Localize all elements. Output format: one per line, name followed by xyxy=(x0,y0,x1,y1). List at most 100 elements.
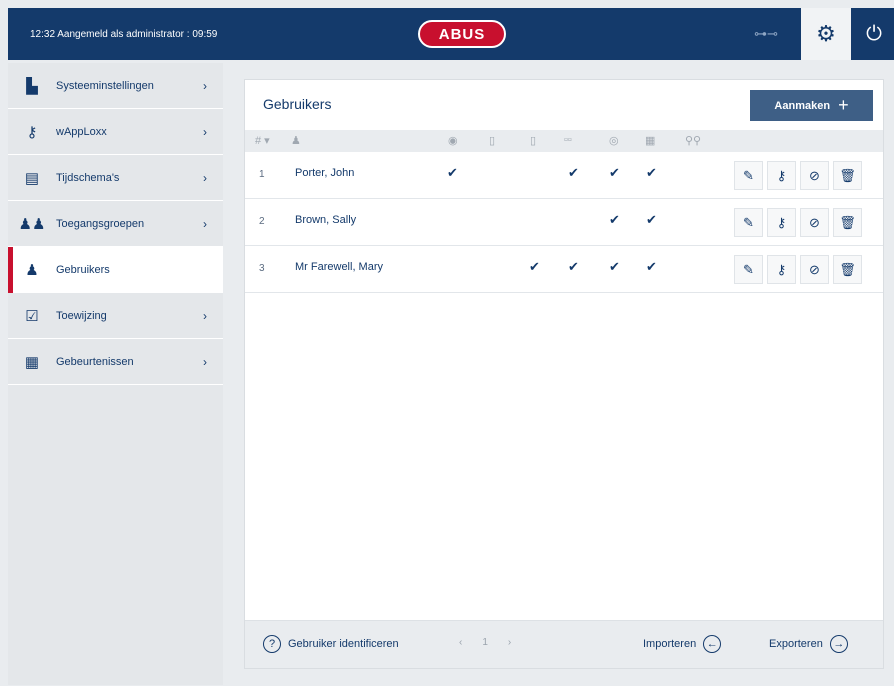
chevron-right-icon: › xyxy=(203,354,207,369)
pencil-icon: ✎ xyxy=(743,261,754,277)
calendar-clock-icon: ▤ xyxy=(24,169,40,187)
add-button-label: Aanmaken xyxy=(774,99,831,112)
group-icon: ♟♟ xyxy=(18,215,46,233)
check-icon: ✔ xyxy=(646,165,657,180)
sidebar-item-wapploxx[interactable]: ⚷ wAppLoxx › xyxy=(8,109,223,155)
event-log-icon: ▦ xyxy=(24,353,40,371)
check-icon: ✔ xyxy=(646,212,657,227)
checkbox-icon: ☑ xyxy=(25,307,39,325)
card-column-icon: ▯ xyxy=(489,135,496,147)
help-icon: ? xyxy=(263,635,281,653)
block-button[interactable]: ⊘ xyxy=(800,161,829,190)
edit-button[interactable]: ✎ xyxy=(734,208,763,237)
row-number: 3 xyxy=(259,263,265,274)
block-icon: ⊘ xyxy=(809,167,820,183)
export-button[interactable]: Exporteren → xyxy=(769,635,848,653)
chevron-right-icon: › xyxy=(203,124,207,139)
user-column-icon: ♟ xyxy=(291,135,301,147)
check-icon: ✔ xyxy=(568,165,579,180)
sidebar-item-label: wAppLoxx xyxy=(56,125,107,138)
sidebar-item-label: Toegangsgroepen xyxy=(56,217,145,230)
delete-button[interactable]: 🗑 xyxy=(833,255,862,284)
sidebar-item-tijdschemas[interactable]: ▤ Tijdschema's › xyxy=(8,155,223,201)
user-key-icon: ⚷ xyxy=(776,214,787,230)
panel-footer: ? Gebruiker identificeren ‹ 1 › Importer… xyxy=(245,620,883,668)
key-button[interactable]: ⊶⊸ xyxy=(744,16,788,52)
chevron-right-icon: › xyxy=(203,78,207,93)
key-column-icon: ⚲⚲ xyxy=(685,135,702,147)
sidebar-item-label: Gebruikers xyxy=(56,263,110,276)
table-header: # ▾ ♟ ◉ ▯ ▯ ▫▫ ◎ ▦ ⚲⚲ xyxy=(245,130,883,152)
block-button[interactable]: ⊘ xyxy=(800,208,829,237)
edit-button[interactable]: ✎ xyxy=(734,255,763,284)
delete-button[interactable]: 🗑 xyxy=(833,208,862,237)
identify-user-button[interactable]: ? Gebruiker identificeren xyxy=(263,635,399,653)
next-page-button[interactable]: › xyxy=(508,637,511,648)
sidebar-item-label: Gebeurtenissen xyxy=(56,355,134,368)
identify-user-label: Gebruiker identificeren xyxy=(288,638,399,650)
prev-page-button[interactable]: ‹ xyxy=(459,637,462,648)
table-row[interactable]: 2 Brown, Sally ✔ ✔ ✎ ⚷ ⊘ 🗑 xyxy=(245,199,883,246)
sidebar-item-toewijzing[interactable]: ☑ Toewijzing › xyxy=(8,293,223,339)
users-panel: Gebruikers Aanmaken + # ▾ ♟ ◉ ▯ ▯ ▫▫ ◎ ▦… xyxy=(244,79,884,669)
sidebar-item-toegangsgroepen[interactable]: ♟♟ Toegangsgroepen › xyxy=(8,201,223,247)
check-icon: ✔ xyxy=(529,259,540,274)
trash-icon: 🗑 xyxy=(839,167,856,183)
app-root: 12:32 Aangemeld als administrator : 09:5… xyxy=(0,0,894,686)
page-number[interactable]: 1 xyxy=(482,637,488,648)
user-key-icon: ⚷ xyxy=(776,167,787,183)
import-label: Importeren xyxy=(643,638,697,650)
table-row[interactable]: 1 Porter, John ✔ ✔ ✔ ✔ ✎ ⚷ ⊘ 🗑 xyxy=(245,152,883,199)
assign-button[interactable]: ⚷ xyxy=(767,208,796,237)
block-icon: ⊘ xyxy=(809,261,820,277)
assign-button[interactable]: ⚷ xyxy=(767,255,796,284)
settings-chart-icon: ▙ xyxy=(26,77,38,95)
delete-button[interactable]: 🗑 xyxy=(833,161,862,190)
arrow-right-icon: → xyxy=(829,635,848,653)
key-icon: ⚷ xyxy=(26,123,38,141)
row-number: 2 xyxy=(259,216,265,227)
import-button[interactable]: Importeren ← xyxy=(643,635,722,653)
block-button[interactable]: ⊘ xyxy=(800,255,829,284)
row-number: 1 xyxy=(259,169,265,180)
edit-button[interactable]: ✎ xyxy=(734,161,763,190)
gears-icon: ⚙ xyxy=(816,21,836,46)
sort-number-header[interactable]: # ▾ xyxy=(255,134,270,147)
pencil-icon: ✎ xyxy=(743,167,754,183)
add-user-button[interactable]: Aanmaken + xyxy=(750,90,873,121)
top-header: 12:32 Aangemeld als administrator : 09:5… xyxy=(8,8,894,60)
abus-logo: ABUS xyxy=(418,20,506,48)
check-icon: ✔ xyxy=(609,212,620,227)
chevron-right-icon: › xyxy=(203,216,207,231)
check-icon: ✔ xyxy=(609,259,620,274)
sidebar-item-label: Toewijzing xyxy=(56,309,107,322)
block-icon: ⊘ xyxy=(809,214,820,230)
assign-button[interactable]: ⚷ xyxy=(767,161,796,190)
export-label: Exporteren xyxy=(769,638,823,650)
remote-column-icon: ▫▫ xyxy=(564,134,572,146)
user-name: Mr Farewell, Mary xyxy=(295,261,384,273)
sidebar-item-gebruikers[interactable]: ♟ Gebruikers xyxy=(8,247,223,293)
key-icon: ⊶⊸ xyxy=(754,26,778,41)
table-row[interactable]: 3 Mr Farewell, Mary ✔ ✔ ✔ ✔ ✎ ⚷ ⊘ 🗑 xyxy=(245,246,883,293)
settings-button[interactable]: ⚙ xyxy=(801,8,851,60)
sidebar: ▙ Systeeminstellingen › ⚷ wAppLoxx › ▤ T… xyxy=(8,63,223,685)
page-title: Gebruikers xyxy=(263,96,332,112)
trash-icon: 🗑 xyxy=(839,261,856,277)
check-icon: ✔ xyxy=(568,259,579,274)
sidebar-item-systeeminstellingen[interactable]: ▙ Systeeminstellingen › xyxy=(8,63,223,109)
logout-button[interactable]: ⏻ xyxy=(854,8,894,60)
phone-column-icon: ▯ xyxy=(530,135,537,147)
pencil-icon: ✎ xyxy=(743,214,754,230)
chevron-right-icon: › xyxy=(203,308,207,323)
sidebar-item-label: Systeeminstellingen xyxy=(56,79,154,92)
sidebar-item-gebeurtenissen[interactable]: ▦ Gebeurtenissen › xyxy=(8,339,223,385)
trash-icon: 🗑 xyxy=(839,214,856,230)
plus-icon: + xyxy=(838,95,849,115)
power-icon: ⏻ xyxy=(866,22,882,45)
user-icon: ♟ xyxy=(25,261,39,279)
user-key-icon: ⚷ xyxy=(776,261,787,277)
user-name: Porter, John xyxy=(295,167,355,179)
chevron-right-icon: › xyxy=(203,170,207,185)
keypad-column-icon: ▦ xyxy=(645,135,656,147)
